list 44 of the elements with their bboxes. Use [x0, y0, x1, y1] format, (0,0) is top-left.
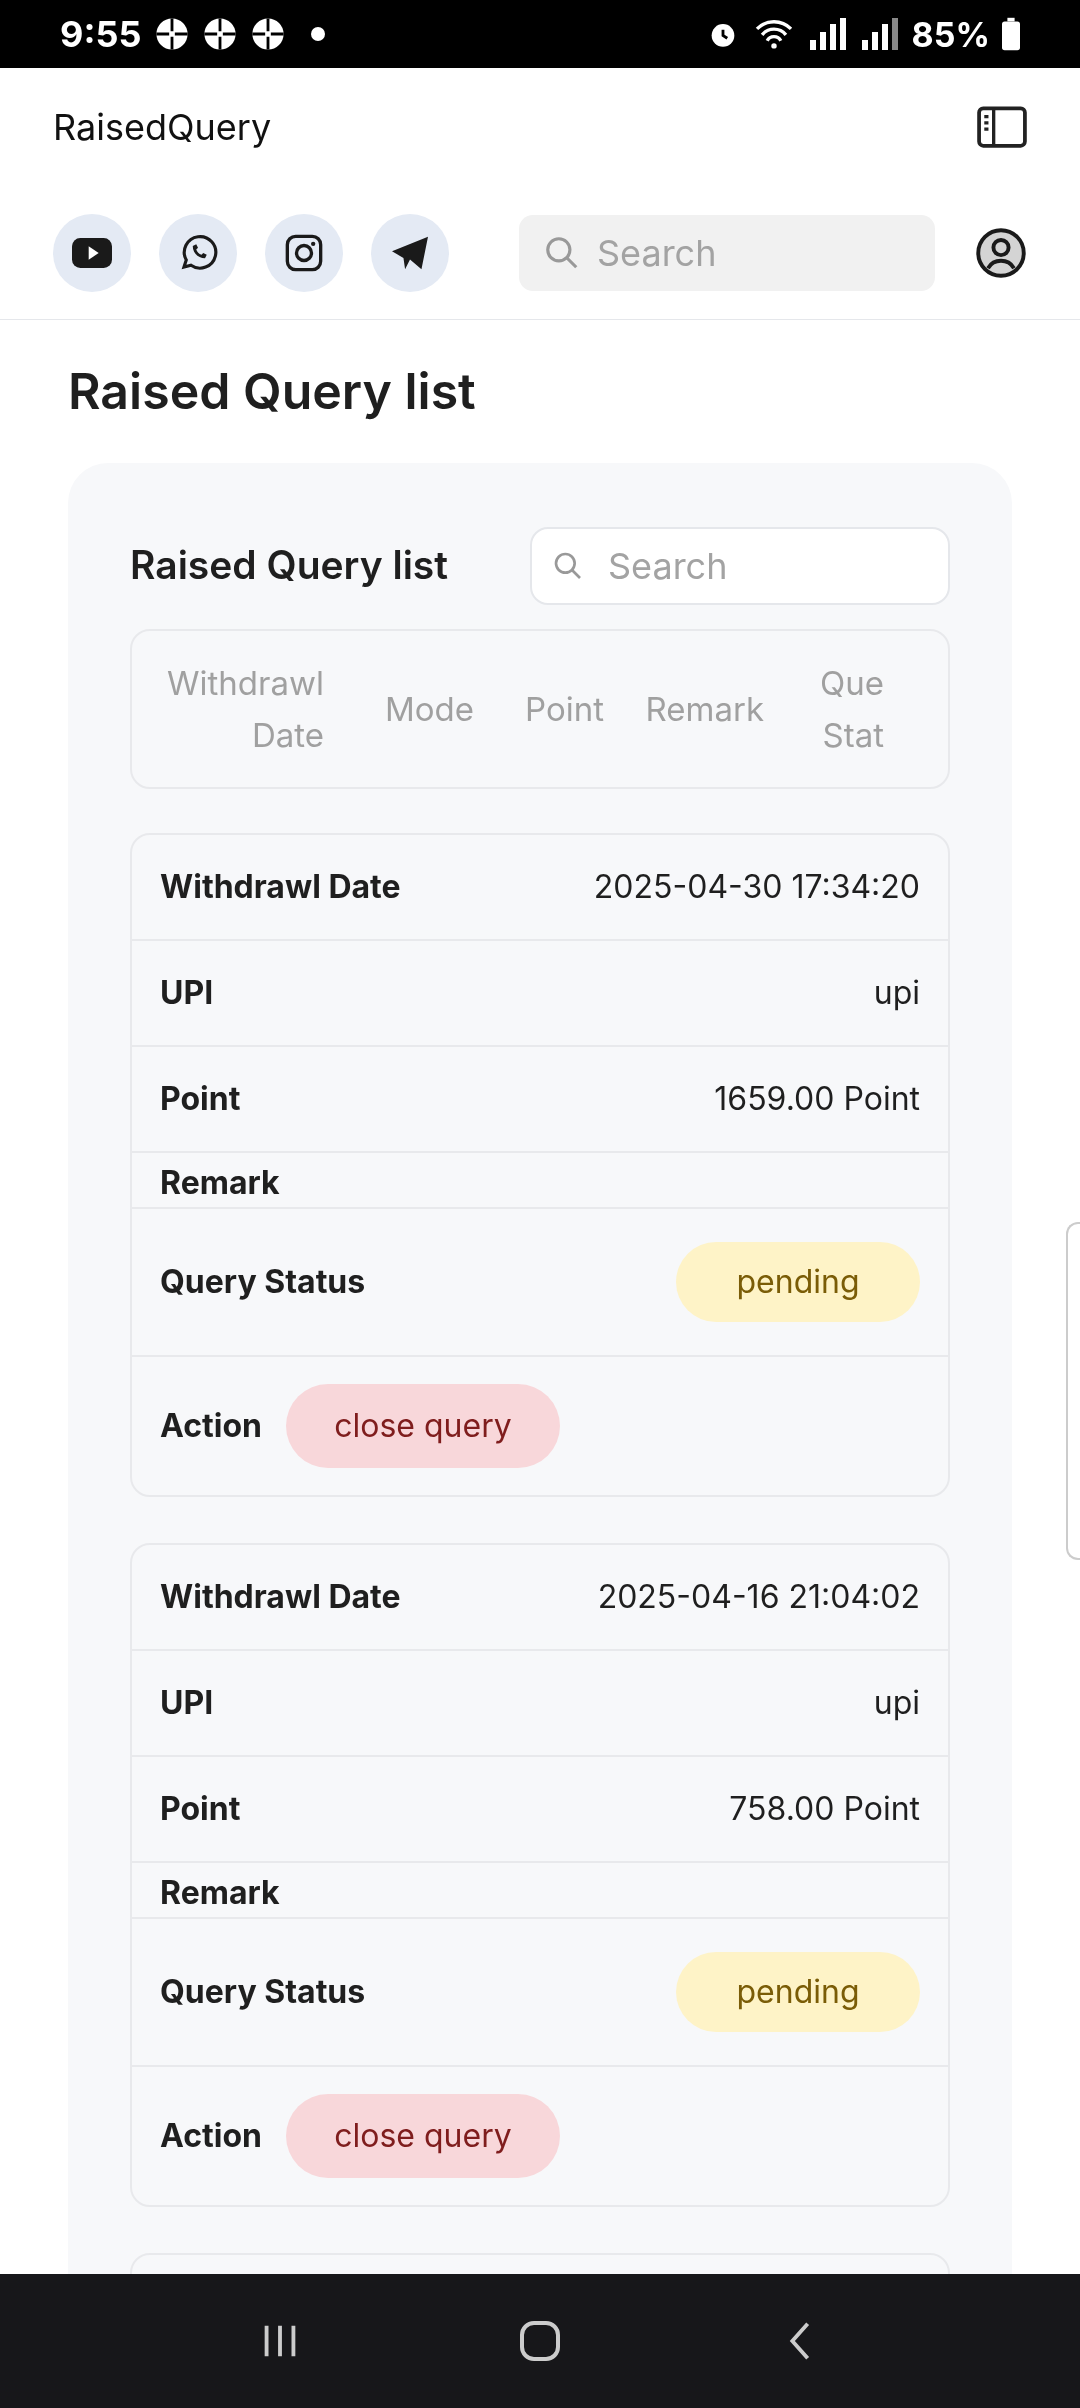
status-badge: pending: [676, 1951, 920, 2032]
field-value: 2025-04-16 21:04:02: [597, 1575, 920, 1618]
field-label: Withdrawl Date: [160, 865, 401, 908]
field-label: Withdrawl Date: [160, 1575, 401, 1618]
signal-icon: [859, 17, 900, 51]
field-label: Action: [160, 1404, 262, 1447]
status-time: 9:55: [60, 11, 142, 58]
battery-icon: [1002, 17, 1020, 51]
column-header: Point: [524, 687, 604, 731]
scroll-handle[interactable]: [1066, 1222, 1080, 1560]
field-value: upi: [873, 1681, 920, 1724]
field-label: Remark: [160, 1871, 280, 1914]
close-query-button[interactable]: close query: [285, 2093, 560, 2178]
field-label: Query Status: [160, 1970, 366, 2013]
field-value: 2025-04-30 17:34:20: [593, 865, 920, 908]
field-label: UPI: [160, 971, 214, 1014]
dot-icon: [311, 27, 326, 41]
panel-title: Raised Query list: [130, 540, 449, 591]
field-value: 758.00 Point: [729, 1787, 920, 1830]
column-header: Mode: [383, 687, 474, 731]
close-query-button[interactable]: close query: [285, 1383, 560, 1468]
paper-plane-icon: [390, 234, 430, 271]
user-avatar-icon[interactable]: [975, 226, 1027, 279]
sidebar-toggle-icon[interactable]: [977, 106, 1027, 148]
search-field[interactable]: Search: [519, 214, 935, 291]
camera-icon: [284, 232, 324, 273]
play-icon: [72, 237, 112, 268]
signal-icon: [807, 17, 848, 51]
search-field[interactable]: Search: [530, 526, 950, 605]
field-label: Action: [160, 2114, 262, 2157]
field-label: Remark: [160, 1161, 280, 1204]
column-header: Remark: [644, 687, 764, 731]
field-value: upi: [873, 971, 920, 1014]
field-label: UPI: [160, 1681, 214, 1724]
field-label: Query Status: [160, 1260, 366, 1303]
status-badge: pending: [676, 1241, 920, 1322]
column-header: Withdrawl Date: [166, 661, 324, 757]
field-value: 1659.00 Point: [714, 1077, 920, 1120]
column-header: Que Stat: [819, 661, 884, 757]
app-title: RaisedQuery: [53, 104, 272, 151]
page-title: Raised Query list: [68, 360, 477, 423]
field-label: Point: [160, 1787, 241, 1830]
field-label: Point: [160, 1077, 241, 1120]
battery-level: 85%: [911, 12, 990, 57]
